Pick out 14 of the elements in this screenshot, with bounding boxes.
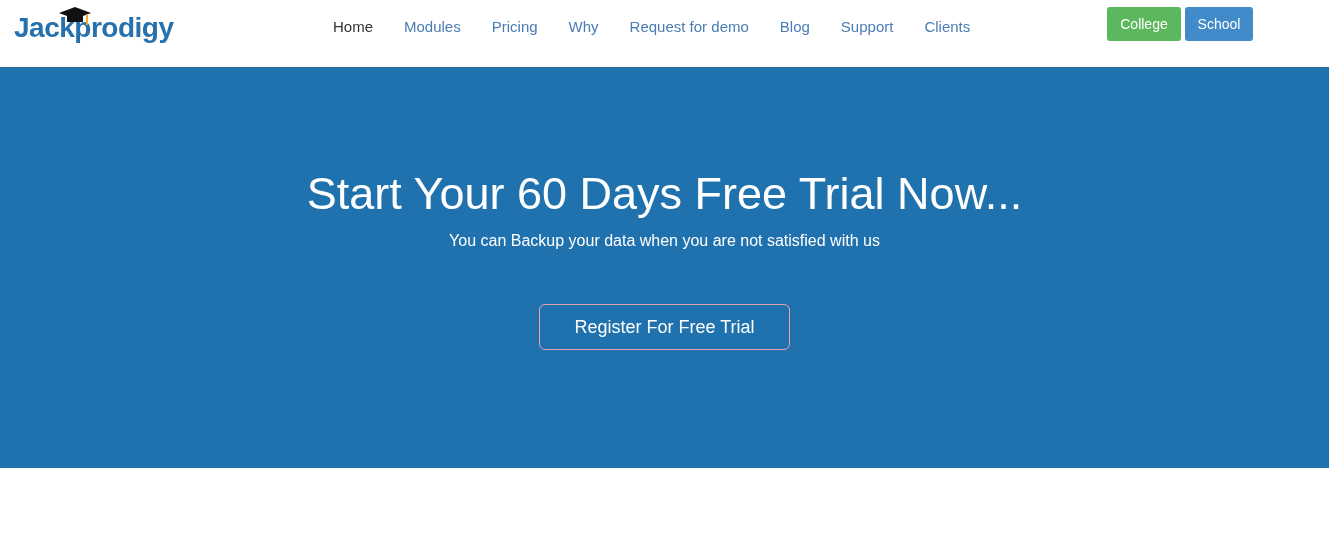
nav-link[interactable]: Pricing: [491, 18, 538, 35]
nav-link[interactable]: Support: [840, 18, 894, 35]
logo-text[interactable]: Jackprodigy: [14, 12, 174, 43]
nav-link[interactable]: Modules: [404, 18, 461, 35]
nav-link[interactable]: Blog: [779, 18, 810, 35]
nav-link[interactable]: Clients: [924, 18, 971, 35]
register-button[interactable]: Register For Free Trial: [539, 304, 790, 350]
nav-button[interactable]: College: [1107, 7, 1181, 41]
nav-link[interactable]: Why: [568, 18, 599, 35]
nav-button[interactable]: School: [1185, 7, 1253, 41]
nav-link[interactable]: Home: [333, 18, 373, 35]
nav-link[interactable]: Request for demo: [629, 18, 749, 35]
hero-title: Start Your 60 Days Free Trial Now...: [306, 168, 1023, 220]
hero-subtitle: You can Backup your data when you are not satisfied with us: [449, 232, 880, 250]
